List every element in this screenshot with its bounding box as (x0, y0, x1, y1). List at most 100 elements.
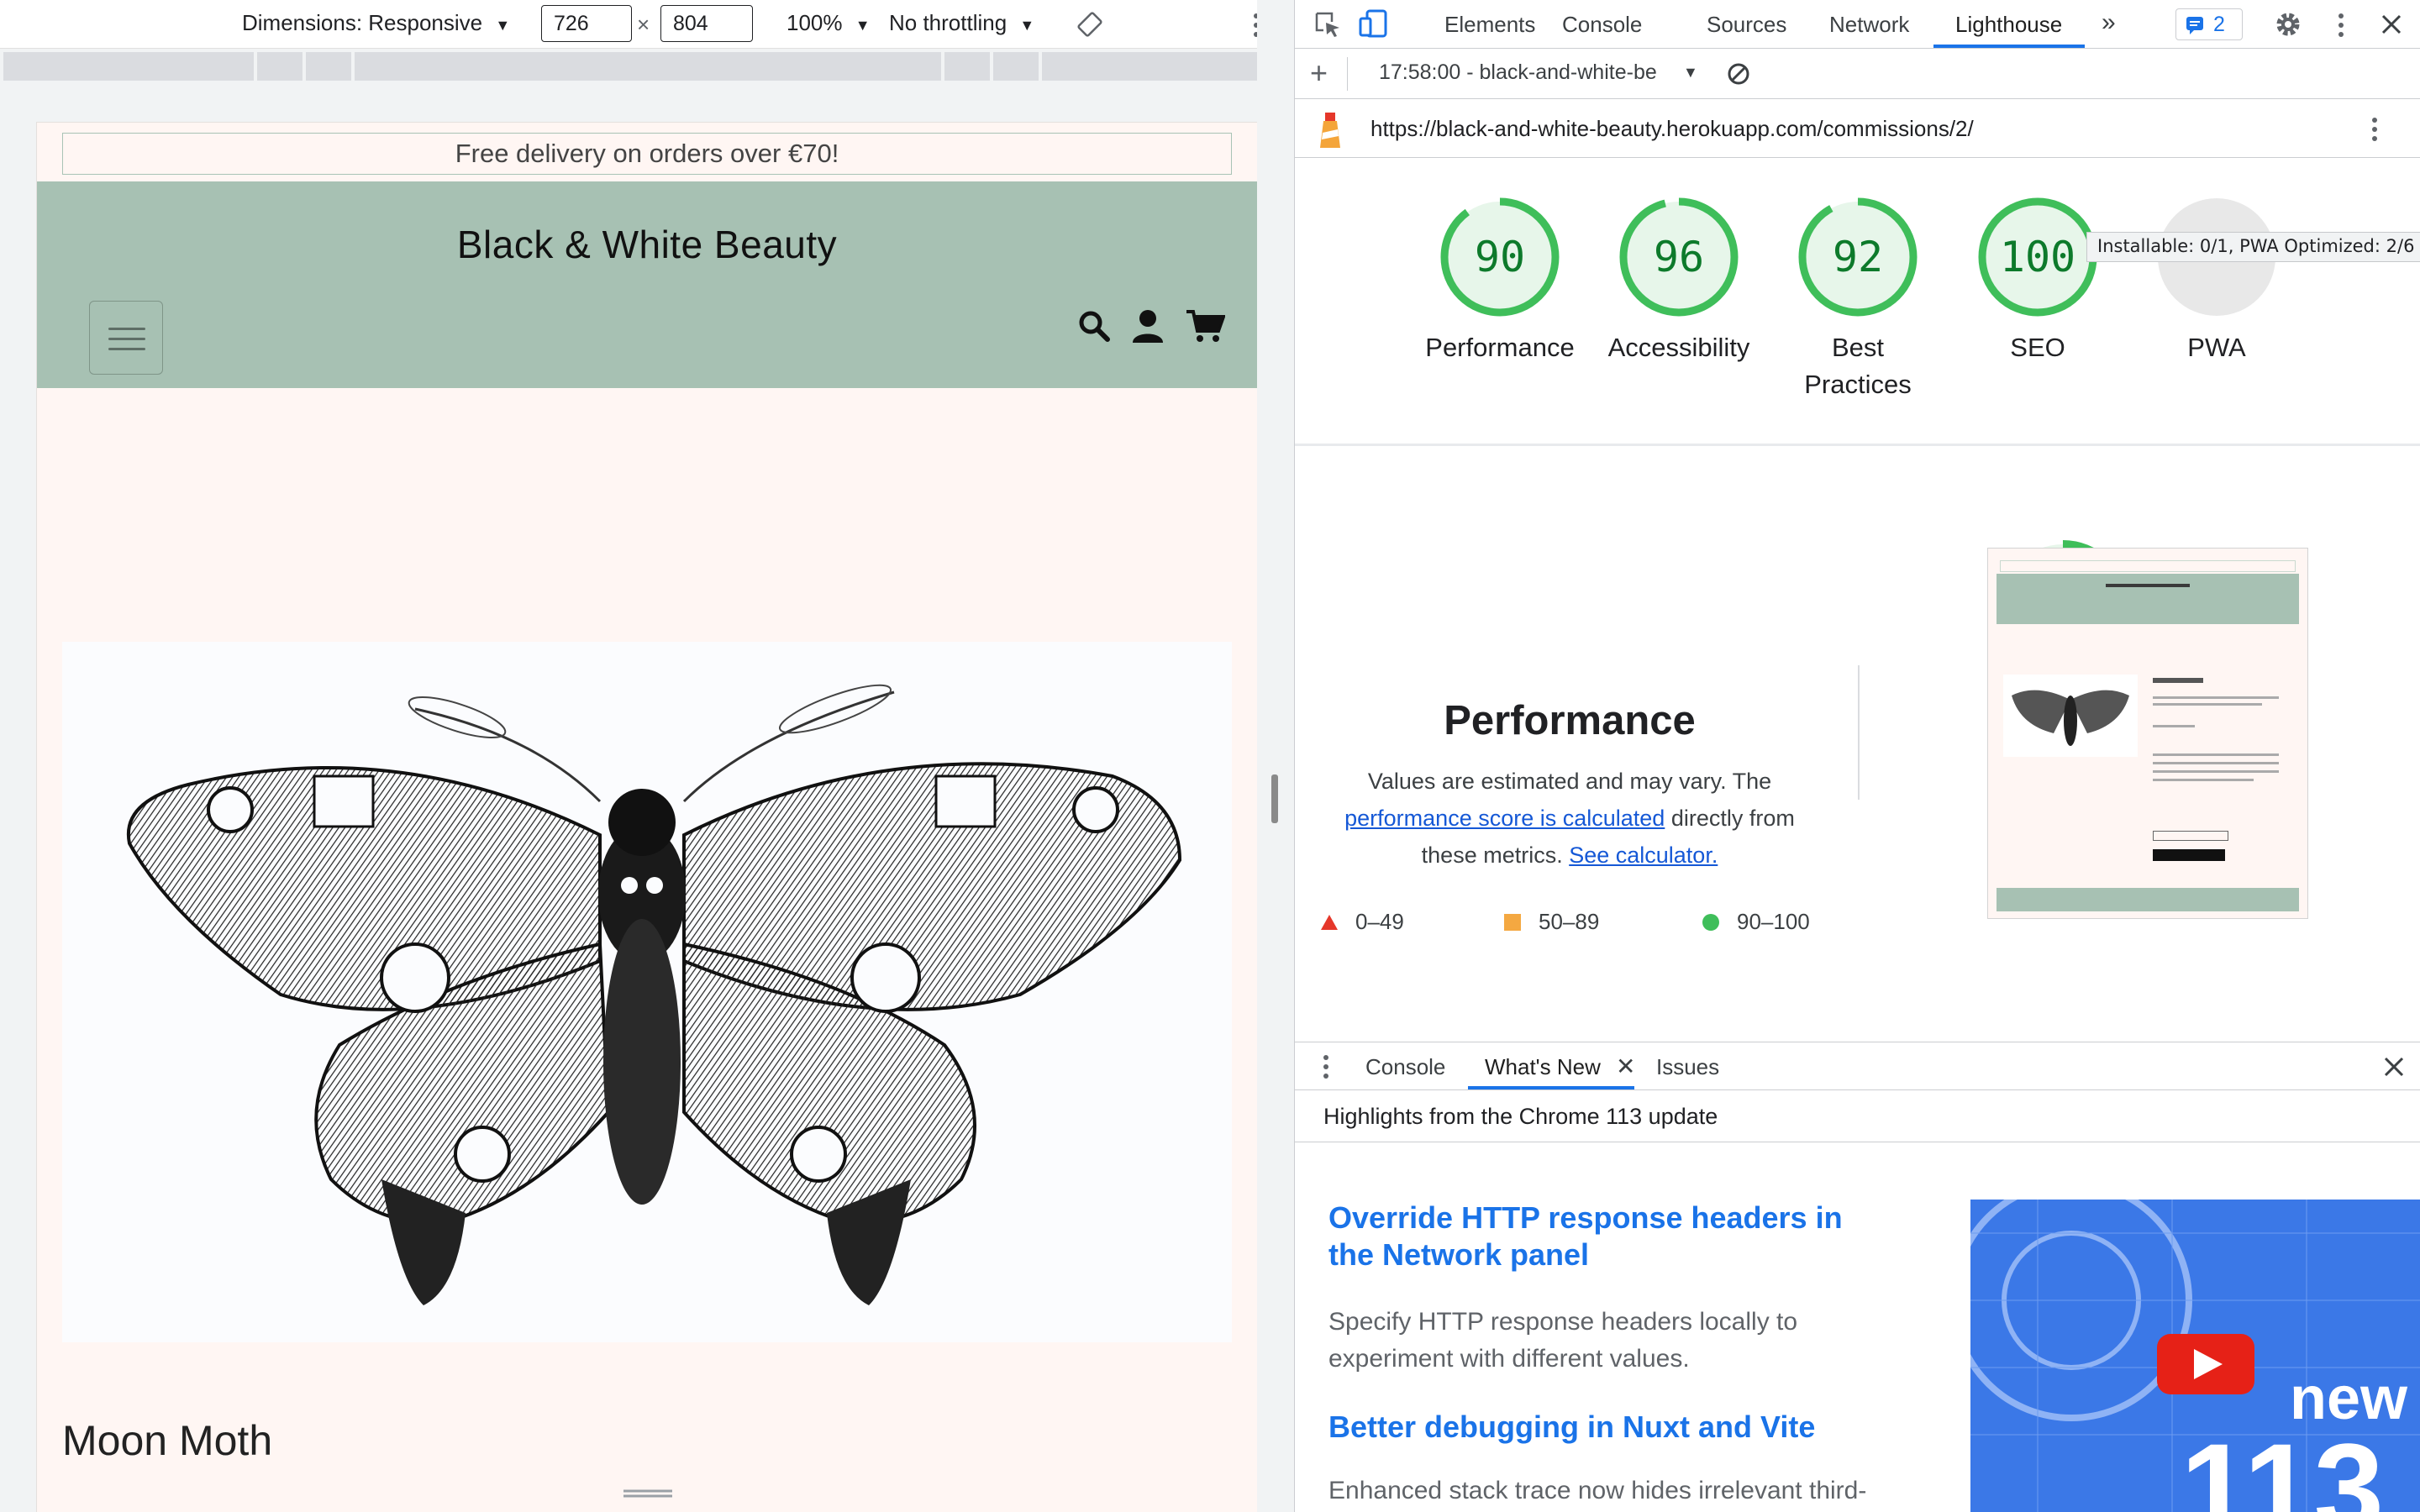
score-gauge-accessibility[interactable]: 96 Accessibility (1595, 195, 1763, 366)
menu-toggle-button[interactable] (89, 301, 163, 375)
chrome-113-promo-image[interactable]: new 113 (1970, 1200, 2420, 1512)
height-input[interactable] (660, 5, 753, 42)
legend-range: 50–89 (1539, 909, 1600, 934)
whats-new-item-title[interactable]: Better debugging in Nuxt and Vite (1328, 1410, 1917, 1445)
thumb-text (2153, 725, 2195, 727)
bottom-resize-handle-icon[interactable] (623, 1488, 672, 1499)
throttling-dropdown[interactable]: No throttling ▼ (889, 10, 1034, 36)
media-query-segment[interactable] (257, 52, 302, 81)
zoom-label: 100% (786, 10, 843, 35)
devtools-tab-bar: Elements Console Sources Network Lightho… (1295, 0, 2420, 49)
report-menu-icon[interactable] (2370, 116, 2379, 143)
thumb-moth-icon (2012, 690, 2129, 746)
see-calculator-link[interactable]: See calculator. (1569, 843, 1718, 868)
media-query-segment[interactable] (1042, 52, 1291, 81)
zoom-dropdown[interactable]: 100% ▼ (786, 10, 871, 36)
legend-item-pass: 90–100 (1702, 909, 1810, 935)
score-label: Best Practices (1804, 333, 1912, 399)
cart-icon[interactable] (1185, 307, 1225, 344)
close-drawer-icon[interactable] (2384, 1057, 2404, 1077)
whats-new-item-desc: Specify HTTP response headers locally to… (1328, 1308, 1798, 1373)
drawer-tab-whats-new[interactable]: What's New (1485, 1054, 1601, 1080)
pwa-tooltip: Installable: 0/1, PWA Optimized: 2/6 (2086, 232, 2420, 262)
score-label: PWA (2187, 333, 2246, 362)
issues-counter-button[interactable]: 2 (2175, 8, 2243, 40)
account-icon[interactable] (1129, 307, 1166, 344)
score-ring: 92 (1796, 195, 1920, 319)
lighthouse-toolbar: + 17:58:00 - black-and-white-be ▼ (1295, 49, 2420, 99)
score-gauge-performance[interactable]: 90 Performance (1416, 195, 1584, 366)
hamburger-icon-bar (108, 348, 145, 350)
media-query-segment[interactable] (355, 52, 941, 81)
whats-new-item-desc: Enhanced stack trace now hides irrelevan… (1328, 1477, 1867, 1504)
legend-range: 0–49 (1355, 909, 1404, 934)
score-ring: 100 (1975, 195, 2100, 319)
product-name: Moon Moth (62, 1417, 273, 1464)
hamburger-icon (108, 328, 145, 330)
media-query-bar[interactable] (3, 52, 1291, 81)
performance-description: Values are estimated and may vary. The p… (1328, 763, 1811, 874)
tab-elements[interactable]: Elements (1444, 12, 1535, 38)
description-text: Values are estimated and may vary. The (1367, 769, 1772, 794)
times-sign: × (637, 12, 650, 37)
score-value: 90 (1474, 233, 1526, 281)
site-title[interactable]: Black & White Beauty (37, 222, 1257, 267)
lighthouse-logo-icon (1320, 113, 1340, 148)
media-query-segment[interactable] (306, 52, 351, 81)
resize-handle[interactable] (1271, 774, 1278, 823)
device-toggle-icon[interactable] (1359, 8, 1389, 39)
dimensions-label: Dimensions: Responsive (242, 10, 483, 35)
close-tab-icon[interactable]: ✕ (1616, 1053, 1635, 1080)
emulated-viewport: Free delivery on orders over €70! Black … (37, 123, 1257, 1512)
score-calculated-link[interactable]: performance score is calculated (1344, 806, 1665, 831)
score-ring: 90 (1438, 195, 1562, 319)
drawer-tab-issues[interactable]: Issues (1656, 1054, 1719, 1080)
close-devtools-icon[interactable] (2381, 13, 2402, 35)
search-icon[interactable] (1076, 307, 1113, 344)
final-screenshot-thumbnail[interactable] (1987, 548, 2308, 919)
inspect-element-icon[interactable] (1313, 10, 1342, 39)
rotate-icon[interactable] (1076, 10, 1104, 39)
resize-gutter (1257, 0, 1294, 1512)
tab-lighthouse[interactable]: Lighthouse (1955, 12, 2062, 38)
drawer-menu-icon[interactable] (1322, 1054, 1330, 1079)
report-url[interactable]: https://black-and-white-beauty.herokuapp… (1370, 116, 1974, 142)
performance-title: Performance (1444, 698, 1696, 743)
media-query-segment[interactable] (3, 52, 254, 81)
drawer-tab-console[interactable]: Console (1365, 1054, 1445, 1080)
report-selector[interactable]: 17:58:00 - black-and-white-be (1379, 60, 1698, 85)
site-header: Black & White Beauty (37, 181, 1257, 388)
width-input[interactable] (541, 5, 632, 42)
new-report-icon[interactable]: + (1310, 55, 1328, 91)
throttling-label: No throttling (889, 10, 1007, 35)
triangle-icon (1321, 915, 1338, 930)
more-tabs-icon[interactable]: » (2102, 8, 2116, 37)
dimensions-dropdown[interactable]: Dimensions: Responsive ▼ (242, 10, 510, 36)
media-query-segment[interactable] (944, 52, 990, 81)
clear-reports-icon[interactable] (1727, 62, 1750, 86)
thumb-promo (2000, 560, 2296, 572)
caret-down-icon: ▼ (1019, 17, 1035, 34)
issues-count: 2 (2213, 13, 2225, 36)
score-gauge-pwa[interactable]: PWA (2133, 195, 2301, 366)
whats-new-header: Highlights from the Chrome 113 update (1295, 1090, 2420, 1142)
tab-sources[interactable]: Sources (1707, 12, 1786, 38)
thumb-text (2153, 753, 2279, 756)
score-gauge-best-practices[interactable]: 92 Best Practices (1774, 195, 1942, 403)
tab-network[interactable]: Network (1829, 12, 1909, 38)
score-gauge-seo[interactable]: 100 SEO (1954, 195, 2122, 366)
tab-console[interactable]: Console (1562, 12, 1642, 38)
caret-down-icon: ▼ (1683, 64, 1698, 81)
legend-item-average: 50–89 (1503, 909, 1599, 935)
drawer-tab-bar: Console What's New ✕ Issues (1295, 1042, 2420, 1090)
thumb-text (2153, 678, 2203, 683)
customize-menu-icon[interactable] (2337, 12, 2345, 39)
media-query-segment[interactable] (993, 52, 1039, 81)
report-url-bar: https://black-and-white-beauty.herokuapp… (1295, 99, 2420, 158)
product-image[interactable] (62, 642, 1232, 1342)
whats-new-item-title[interactable]: Override HTTP response headers in the Ne… (1328, 1200, 1883, 1273)
settings-gear-icon[interactable] (2273, 9, 2303, 39)
device-toolbar: Dimensions: Responsive ▼ × 100% ▼ No thr… (0, 0, 1294, 49)
thumb-header (1996, 574, 2299, 624)
active-drawer-tab-indicator (1468, 1086, 1634, 1089)
